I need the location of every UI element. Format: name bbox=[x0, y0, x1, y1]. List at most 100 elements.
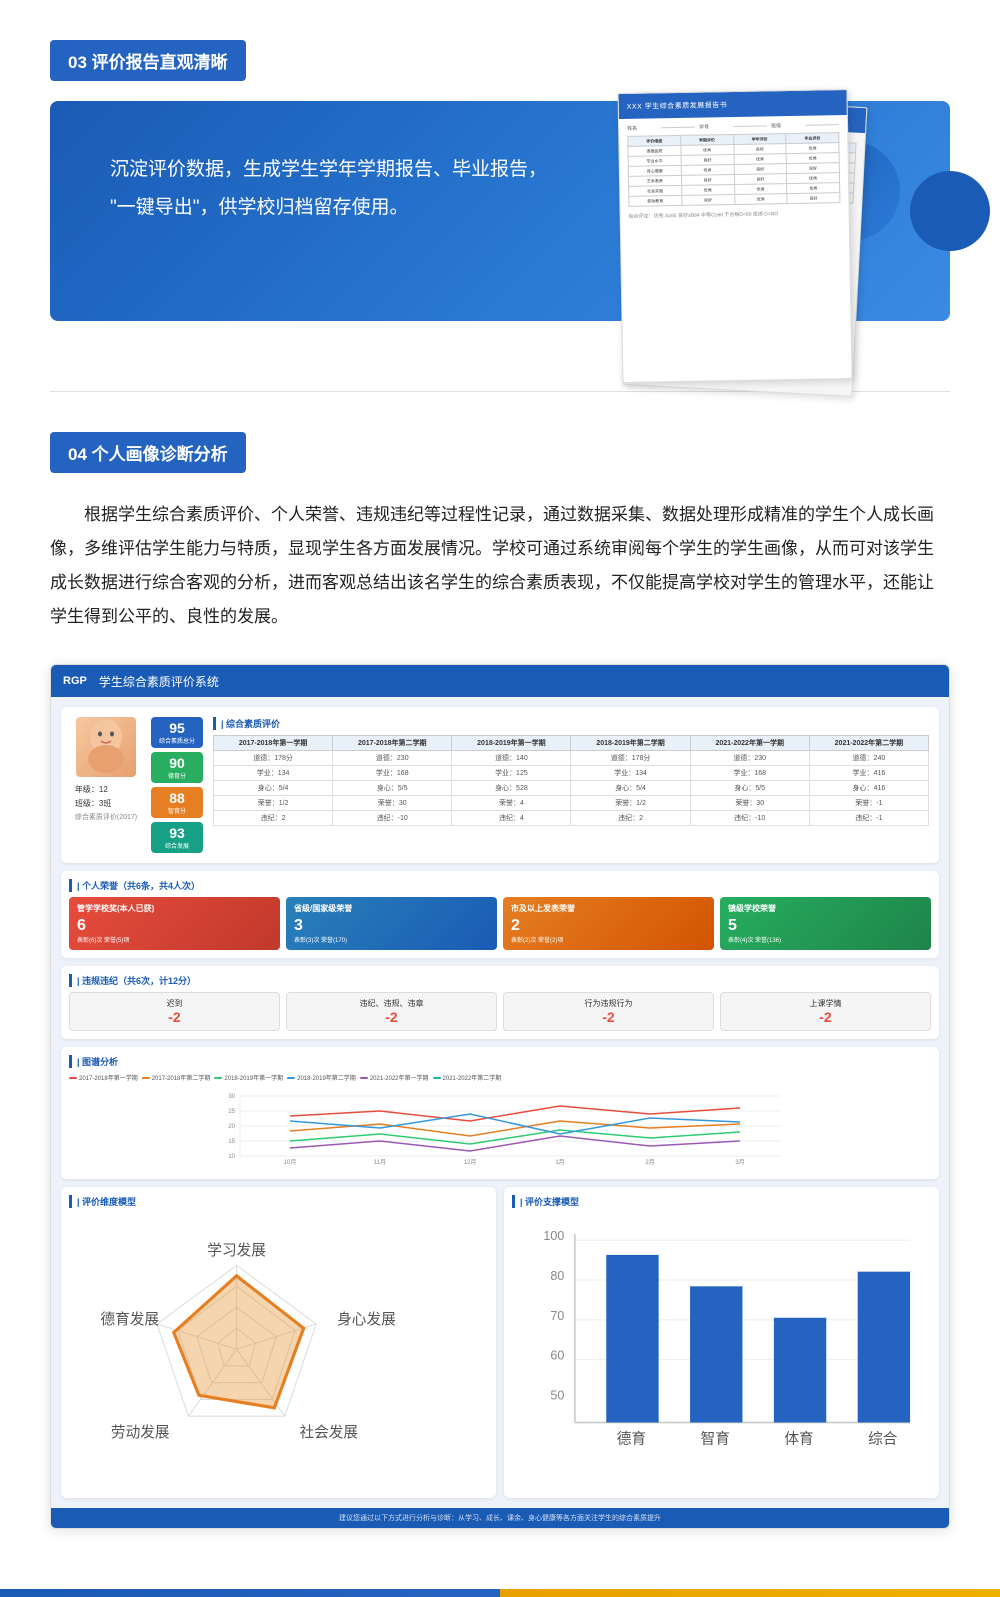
section-03-header: 03 评价报告直观清晰 bbox=[50, 40, 246, 81]
svg-text:德育发展: 德育发展 bbox=[100, 1310, 159, 1328]
ach-card-3: 市及以上发表荣誉 2 表彰(2)次 荣誉(2)项 bbox=[503, 897, 714, 950]
dash-logo: RGP bbox=[63, 675, 87, 687]
legend-5: 2021-2022年第一学期 bbox=[360, 1073, 429, 1082]
avatar-svg bbox=[79, 717, 134, 777]
legend-1: 2017-2018年第一学期 bbox=[69, 1073, 138, 1082]
table-header-2: 2017-2018年第二学期 bbox=[333, 736, 452, 751]
svg-text:体育: 体育 bbox=[784, 1430, 813, 1447]
student-grade: 年级：12 bbox=[75, 783, 137, 797]
cell-4-1: 荣誉：1/2 bbox=[214, 796, 333, 811]
legend-3: 2018-2019年第一学期 bbox=[214, 1073, 283, 1082]
bar-section-title: | 评价支撑模型 bbox=[512, 1195, 931, 1208]
svg-text:德育: 德育 bbox=[617, 1429, 646, 1447]
dash-comprehensive-table: | 综合素质评价 2017-2018年第一学期 2017-2018年第二学期 2… bbox=[213, 717, 929, 853]
section-04: 04 个人画像诊断分析 根据学生综合素质评价、个人荣誉、违规违纪等过程性记录，通… bbox=[0, 392, 1000, 1559]
cell-3-4: 身心：5/4 bbox=[571, 781, 690, 796]
ach-card-4: 镇级学校荣誉 5 表彰(4)次 荣誉(136) bbox=[720, 897, 931, 950]
dash-main: 年级：12 班级：3班 综合素质评价(2017) 95 综合素质总分 90 bbox=[51, 697, 949, 1508]
report-doc: 综合素质发展报告书 项目内容评分 德育表现良好A 智育成绩优秀A 体育积极参与B… bbox=[600, 91, 900, 411]
radar-section-title: | 评价维度模型 bbox=[69, 1195, 488, 1208]
svg-text:100: 100 bbox=[543, 1229, 564, 1243]
section-04-header: 04 个人画像诊断分析 bbox=[50, 432, 246, 473]
legend-dot-1 bbox=[69, 1077, 77, 1079]
paper-line2 bbox=[733, 125, 767, 127]
svg-text:30: 30 bbox=[228, 1094, 235, 1100]
cell-4-5: 荣誉：30 bbox=[690, 796, 809, 811]
cell-4-3: 荣誉：4 bbox=[452, 796, 571, 811]
paper-label-id: 学号 bbox=[699, 123, 729, 131]
svg-text:2月: 2月 bbox=[645, 1159, 654, 1166]
cell-4-4: 荣誉：1/2 bbox=[571, 796, 690, 811]
vio-tag-1: 迟到 -2 bbox=[69, 992, 280, 1031]
section-03: 03 评价报告直观清晰 沉淀评价数据，生成学生学年学期报告、毕业报告， "一键导… bbox=[0, 0, 1000, 391]
score-badge-moral: 90 德育分 bbox=[151, 752, 203, 783]
section-03-content: 沉淀评价数据，生成学生学年学期报告、毕业报告， "一键导出"，供学校归档留存使用… bbox=[50, 81, 950, 361]
cell-5-4: 违纪：2 bbox=[571, 811, 690, 826]
legend-2: 2017-2018年第二学期 bbox=[142, 1073, 211, 1082]
cell-1-3: 道德：140 bbox=[452, 751, 571, 766]
cell-2-6: 学业：416 bbox=[809, 766, 928, 781]
cell-1-1: 道德：178分 bbox=[214, 751, 333, 766]
table-row: 道德：178分 道德：230 道德：140 道德：178分 道德：230 道德：… bbox=[214, 751, 929, 766]
dash-title: 学生综合素质评价系统 bbox=[99, 673, 219, 690]
dash-chart-row: | 评价维度模型 bbox=[61, 1187, 939, 1498]
section-04-paragraph: 根据学生综合素质评价、个人荣誉、违规违纪等过程性记录，通过数据采集、数据处理形成… bbox=[50, 498, 950, 634]
svg-text:1月: 1月 bbox=[555, 1159, 564, 1166]
dash-student-info: 年级：12 班级：3班 综合素质评价(2017) bbox=[75, 783, 137, 824]
cell-1-5: 道德：230 bbox=[690, 751, 809, 766]
paper-label-class: 班级 bbox=[771, 122, 801, 130]
dash-achievement-section: | 个人荣誉（共6条，共4人次） 管学学校奖(本人已获) 6 表彰(6)次 荣誉… bbox=[61, 871, 939, 958]
svg-text:70: 70 bbox=[550, 1309, 564, 1323]
cell-3-1: 身心：5/4 bbox=[214, 781, 333, 796]
dash-avatar-col: 年级：12 班级：3班 综合素质评价(2017) bbox=[71, 717, 141, 853]
svg-text:智育: 智育 bbox=[701, 1429, 730, 1447]
table-header-1: 2017-2018年第一学期 bbox=[214, 736, 333, 751]
ach-card-1: 管学学校奖(本人已获) 6 表彰(6)次 荣誉(5)项 bbox=[69, 897, 280, 950]
dashboard-container: RGP 学生综合素质评价系统 bbox=[50, 664, 950, 1529]
paper-table-front: 评价维度学期评价学年评价毕业评价 道德品质优秀良好优秀 学业水平良好优秀优秀 身… bbox=[627, 132, 840, 207]
legend-dot-6 bbox=[433, 1077, 441, 1079]
cell-5-2: 违纪：-10 bbox=[333, 811, 452, 826]
legend-4: 2018-2019年第二学期 bbox=[287, 1073, 356, 1082]
ach-card-2: 省级/国家级荣誉 3 表彰(3)次 荣誉(170) bbox=[286, 897, 497, 950]
score-badge-dev: 93 综合发展 bbox=[151, 822, 203, 853]
svg-text:80: 80 bbox=[550, 1269, 564, 1283]
vio-tag-2: 违纪、违规、违章 -2 bbox=[286, 992, 497, 1031]
legend-dot-4 bbox=[287, 1077, 295, 1079]
dash-radar-chart: | 评价维度模型 bbox=[61, 1187, 496, 1498]
dash-footer-text: 建议您通过以下方式进行分析与诊断：从学习、成长、课余、身心健康等各方面关注学生的… bbox=[339, 1513, 661, 1523]
svg-text:20: 20 bbox=[228, 1124, 235, 1130]
cell-5-6: 违纪：-1 bbox=[809, 811, 928, 826]
paper-row1: 姓名 学号 班级 bbox=[627, 121, 839, 132]
score-badge-intel: 88 智育分 bbox=[151, 787, 203, 818]
dash-body: 年级：12 班级：3班 综合素质评价(2017) 95 综合素质总分 90 bbox=[51, 697, 949, 1508]
table-row: 荣誉：1/2 荣誉：30 荣誉：4 荣誉：1/2 荣誉：30 荣誉：-1 bbox=[214, 796, 929, 811]
vio-tag-4: 上课学情 -2 bbox=[720, 992, 931, 1031]
cell-3-5: 身心：5/5 bbox=[690, 781, 809, 796]
cell-1-2: 道德：230 bbox=[333, 751, 452, 766]
svg-text:劳动发展: 劳动发展 bbox=[111, 1424, 170, 1441]
table-row: 学业：134 学业：168 学业：125 学业：134 学业：168 学业：41… bbox=[214, 766, 929, 781]
achievement-section-title: | 个人荣誉（共6条，共4人次） bbox=[69, 879, 931, 892]
legend-dot-5 bbox=[360, 1077, 368, 1079]
cell-4-6: 荣誉：-1 bbox=[809, 796, 928, 811]
dash-topbar: RGP 学生综合素质评价系统 bbox=[51, 665, 949, 697]
table-header-6: 2021-2022年第二学期 bbox=[809, 736, 928, 751]
cell-3-2: 身心：5/5 bbox=[333, 781, 452, 796]
page-bottom-stripe bbox=[0, 1589, 1000, 1597]
svg-text:25: 25 bbox=[228, 1109, 235, 1115]
line-chart-section-title: | 图谱分析 bbox=[69, 1055, 931, 1068]
dash-bar-chart: | 评价支撑模型 100 80 70 60 50 bbox=[504, 1187, 939, 1498]
svg-text:15: 15 bbox=[228, 1139, 235, 1145]
svg-text:社会发展: 社会发展 bbox=[299, 1424, 358, 1441]
student-extra: 综合素质评价(2017) bbox=[75, 812, 137, 825]
cell-1-6: 道德：240 bbox=[809, 751, 928, 766]
cell-5-3: 违纪：4 bbox=[452, 811, 571, 826]
comprehensive-table: 2017-2018年第一学期 2017-2018年第二学期 2018-2019年… bbox=[213, 735, 929, 826]
cell-3-3: 身心：528 bbox=[452, 781, 571, 796]
cell-3-6: 身心：416 bbox=[809, 781, 928, 796]
table-header-4: 2018-2019年第二学期 bbox=[571, 736, 690, 751]
paper-label-name: 姓名 bbox=[627, 124, 657, 132]
cell-5-1: 违纪：2 bbox=[214, 811, 333, 826]
svg-text:综合: 综合 bbox=[868, 1430, 898, 1447]
